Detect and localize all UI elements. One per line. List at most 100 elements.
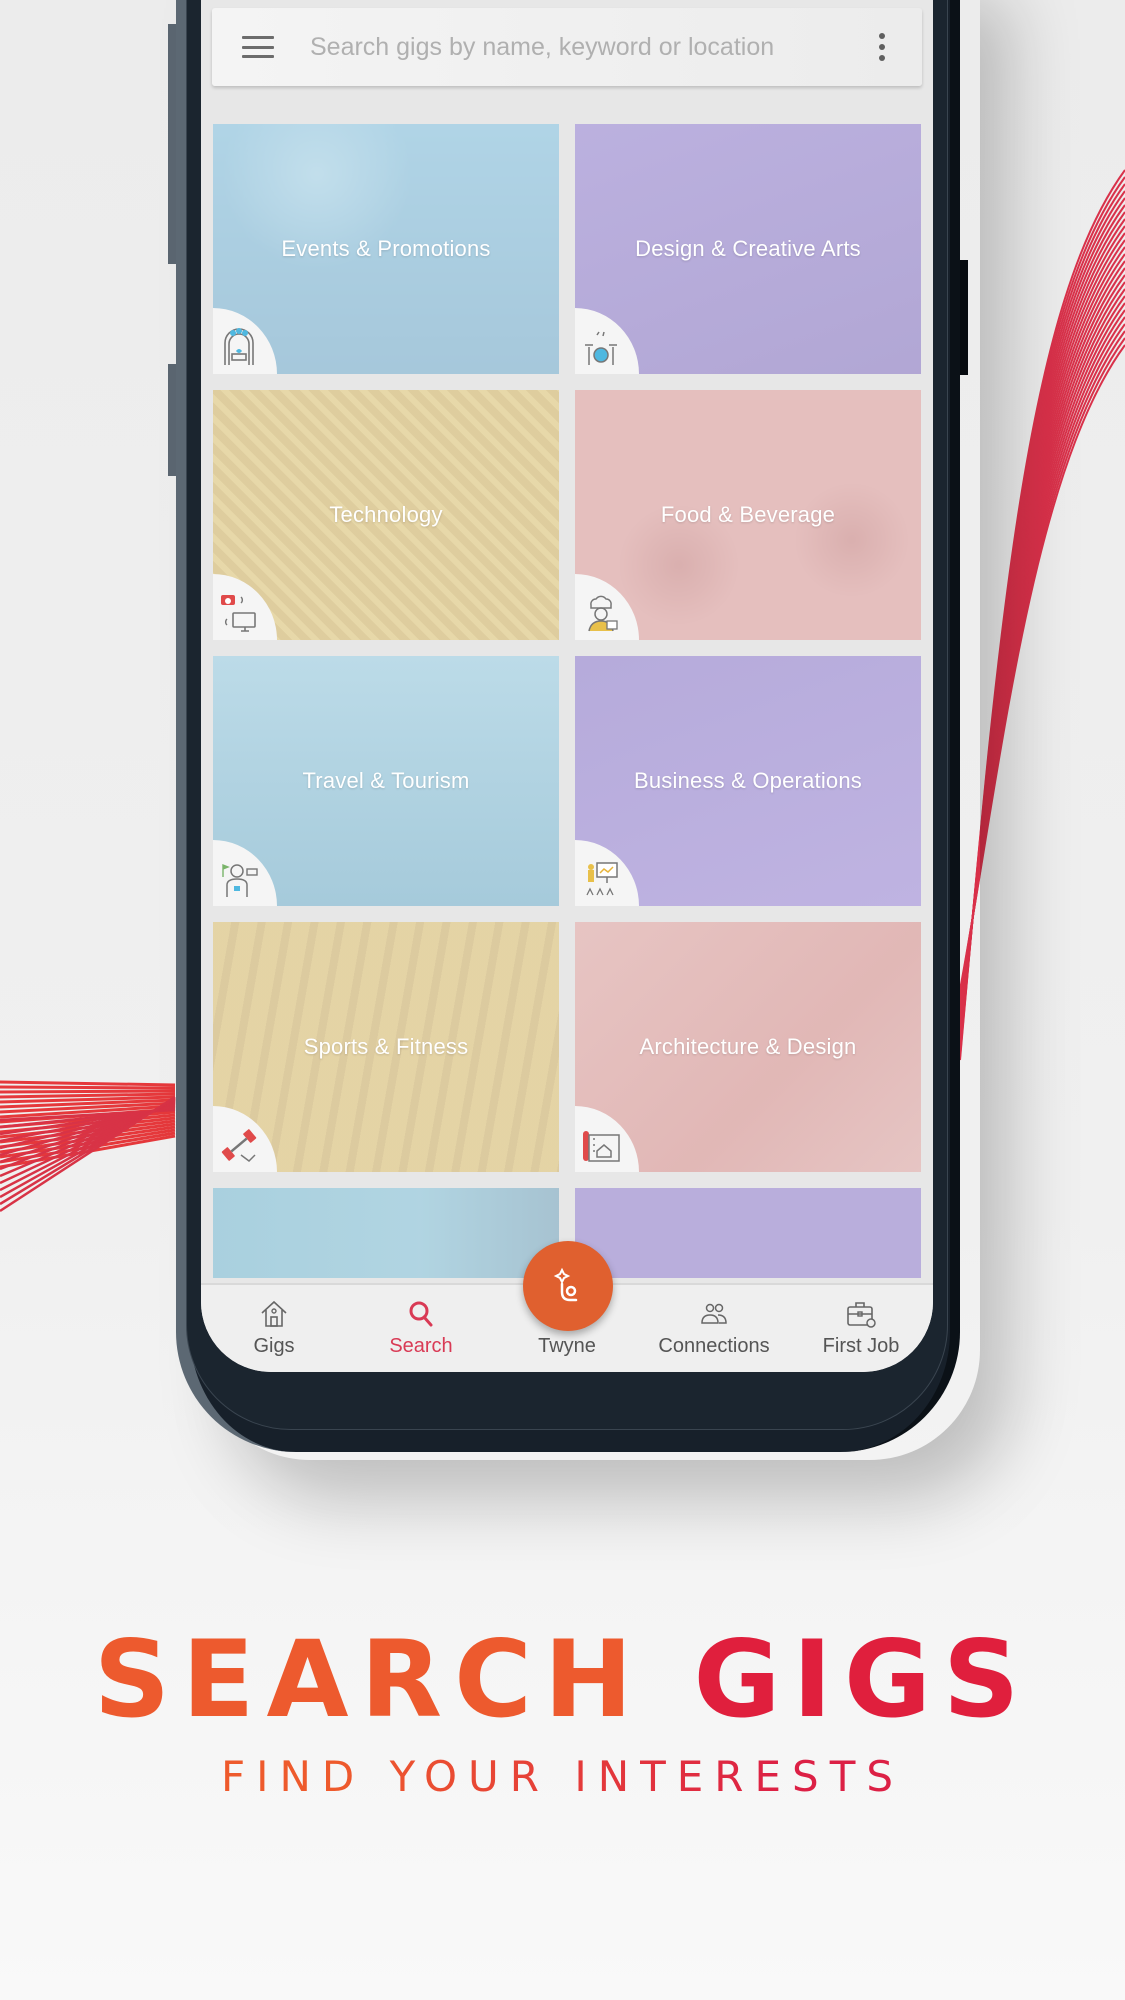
decorative-line xyxy=(959,183,1125,1055)
decorative-line xyxy=(0,1122,176,1149)
decorative-line xyxy=(0,1085,176,1090)
category-tile-travel-tourism[interactable]: Travel & Tourism xyxy=(213,656,559,906)
decorative-line xyxy=(0,1106,176,1136)
category-tile-sports-fitness[interactable]: Sports & Fitness xyxy=(213,922,559,1172)
headline-word-2: GIGS xyxy=(693,1618,1032,1741)
search-icon xyxy=(409,1301,433,1327)
decorative-line xyxy=(959,267,1125,1021)
decorative-line xyxy=(959,295,1125,1010)
nav-item-gigs[interactable]: Gigs xyxy=(204,1285,344,1372)
decorative-line xyxy=(959,337,1125,993)
decorative-line xyxy=(0,1098,176,1109)
decorative-line xyxy=(0,1096,176,1206)
search-bar xyxy=(212,8,922,86)
nav-label-connections: Connections xyxy=(658,1335,770,1357)
decorative-line xyxy=(0,1107,176,1124)
category-label: Sports & Fitness xyxy=(303,1034,469,1059)
decorative-line xyxy=(959,323,1125,999)
people-icon xyxy=(701,1303,727,1324)
decorative-line xyxy=(0,1101,176,1171)
decorative-line xyxy=(0,1105,176,1143)
presentation-icon xyxy=(586,862,618,896)
decorative-line xyxy=(959,344,1125,991)
decorative-line xyxy=(959,218,1125,1041)
twyne-logo-icon xyxy=(553,1267,578,1302)
decorative-line xyxy=(0,1128,176,1159)
home-icon xyxy=(261,1300,287,1327)
decorative-line xyxy=(959,274,1125,1019)
briefcase-gear-icon xyxy=(847,1302,876,1328)
promo-subline: FIND YOUR INTERESTS xyxy=(0,1752,1125,1801)
decorative-line xyxy=(0,1113,176,1134)
nav-item-search[interactable]: Search xyxy=(351,1285,491,1372)
category-tile-technology[interactable]: Technology xyxy=(213,390,559,640)
category-label: Business & Operations xyxy=(634,768,862,793)
category-tile-partial-1[interactable] xyxy=(213,1188,559,1278)
decorative-line xyxy=(959,316,1125,1002)
decorative-line xyxy=(959,302,1125,1007)
nav-label-twyne: Twyne xyxy=(538,1335,596,1357)
decorative-line xyxy=(0,1097,176,1199)
category-tile-design-creative-arts[interactable]: Design & Creative Arts xyxy=(575,124,921,374)
chef-icon xyxy=(588,595,618,632)
decorative-line xyxy=(959,309,1125,1005)
category-label: Food & Beverage xyxy=(660,502,836,527)
headline-word-1: SEARCH xyxy=(93,1618,645,1741)
decorative-line xyxy=(0,1102,176,1164)
decorative-line xyxy=(0,1089,176,1094)
decorative-line xyxy=(959,204,1125,1047)
nav-item-connections[interactable]: Connections xyxy=(644,1285,784,1372)
decorative-line xyxy=(959,246,1125,1030)
decorative-line xyxy=(959,225,1125,1038)
drum-kit-icon xyxy=(585,331,617,365)
decorative-line xyxy=(0,1108,176,1122)
category-tile-events-promotions[interactable]: Events & Promotions xyxy=(213,124,559,374)
decorative-line xyxy=(0,1092,176,1099)
phone-screen: Events & Promotions Design & Creative Ar… xyxy=(201,0,933,1372)
decorative-line xyxy=(0,1116,176,1139)
nav-item-first-job[interactable]: First Job xyxy=(791,1285,931,1372)
category-tile-partial-2[interactable] xyxy=(575,1188,921,1278)
decorative-line xyxy=(959,253,1125,1027)
hamburger-menu-icon[interactable] xyxy=(242,36,274,58)
category-tile-business-operations[interactable]: Business & Operations xyxy=(575,656,921,906)
decorative-line xyxy=(0,1131,176,1164)
decorative-line xyxy=(0,1099,176,1185)
decorative-line xyxy=(0,1110,176,1129)
decorative-line xyxy=(0,1100,176,1178)
cctv-computer-icon xyxy=(221,595,256,632)
decorative-line xyxy=(959,197,1125,1049)
search-input[interactable] xyxy=(310,32,862,62)
decorative-line xyxy=(959,330,1125,996)
decorative-line xyxy=(959,232,1125,1035)
category-tile-architecture-design[interactable]: Architecture & Design xyxy=(575,922,921,1172)
category-tile-food-beverage[interactable]: Food & Beverage xyxy=(575,390,921,640)
wedding-arch-icon xyxy=(224,328,254,365)
decorative-line xyxy=(0,1080,176,1087)
decorative-line xyxy=(0,1119,176,1144)
category-label: Architecture & Design xyxy=(639,1034,857,1059)
decorative-line xyxy=(959,190,1125,1052)
decorative-line xyxy=(959,281,1125,1016)
decorative-line xyxy=(959,169,1125,1061)
twyne-fab-button[interactable] xyxy=(523,1241,613,1331)
decorative-line xyxy=(0,1098,176,1192)
decorative-line xyxy=(959,239,1125,1033)
nav-label-gigs: Gigs xyxy=(253,1335,295,1357)
decorative-line xyxy=(0,1095,176,1213)
decorative-line xyxy=(0,1103,176,1157)
more-options-icon[interactable] xyxy=(862,27,902,67)
decorative-line xyxy=(0,1095,176,1104)
decorative-line xyxy=(0,1104,176,1150)
decorative-line xyxy=(0,1104,176,1119)
category-label: Events & Promotions xyxy=(281,236,491,261)
category-label: Design & Creative Arts xyxy=(635,236,861,261)
decorative-line xyxy=(959,211,1125,1044)
blueprint-house-icon xyxy=(583,1131,620,1162)
traveler-icon xyxy=(222,863,258,897)
decorative-line xyxy=(959,288,1125,1013)
category-label: Travel & Tourism xyxy=(302,768,470,793)
decorative-line xyxy=(0,1107,176,1129)
category-label: Technology xyxy=(329,502,443,527)
nav-label-search: Search xyxy=(389,1335,453,1357)
